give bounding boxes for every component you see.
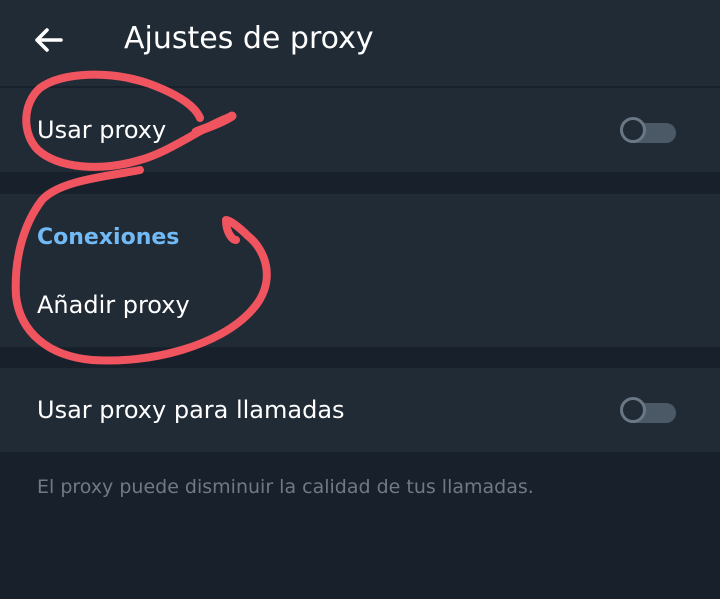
use-proxy-label: Usar proxy bbox=[37, 116, 167, 144]
back-button[interactable] bbox=[22, 18, 74, 62]
use-proxy-calls-toggle[interactable] bbox=[620, 395, 676, 425]
use-proxy-calls-label: Usar proxy para llamadas bbox=[37, 396, 345, 424]
page-title: Ajustes de proxy bbox=[124, 21, 374, 56]
toggle-knob bbox=[620, 117, 646, 143]
app-bar: Ajustes de proxy bbox=[0, 0, 720, 86]
use-proxy-row[interactable]: Usar proxy bbox=[0, 88, 720, 172]
add-proxy-button[interactable]: Añadir proxy bbox=[0, 280, 720, 336]
toggle-knob bbox=[620, 397, 646, 423]
calls-footnote: El proxy puede disminuir la calidad de t… bbox=[37, 476, 534, 498]
use-proxy-toggle[interactable] bbox=[620, 115, 676, 145]
arrow-left-icon bbox=[35, 28, 63, 52]
add-proxy-label: Añadir proxy bbox=[37, 291, 190, 319]
proxy-settings-screen: Ajustes de proxy Usar proxy Conexiones A… bbox=[0, 0, 720, 599]
connections-header: Conexiones bbox=[37, 225, 180, 250]
use-proxy-calls-row[interactable]: Usar proxy para llamadas bbox=[0, 368, 720, 452]
connections-section: Conexiones Añadir proxy bbox=[0, 194, 720, 347]
